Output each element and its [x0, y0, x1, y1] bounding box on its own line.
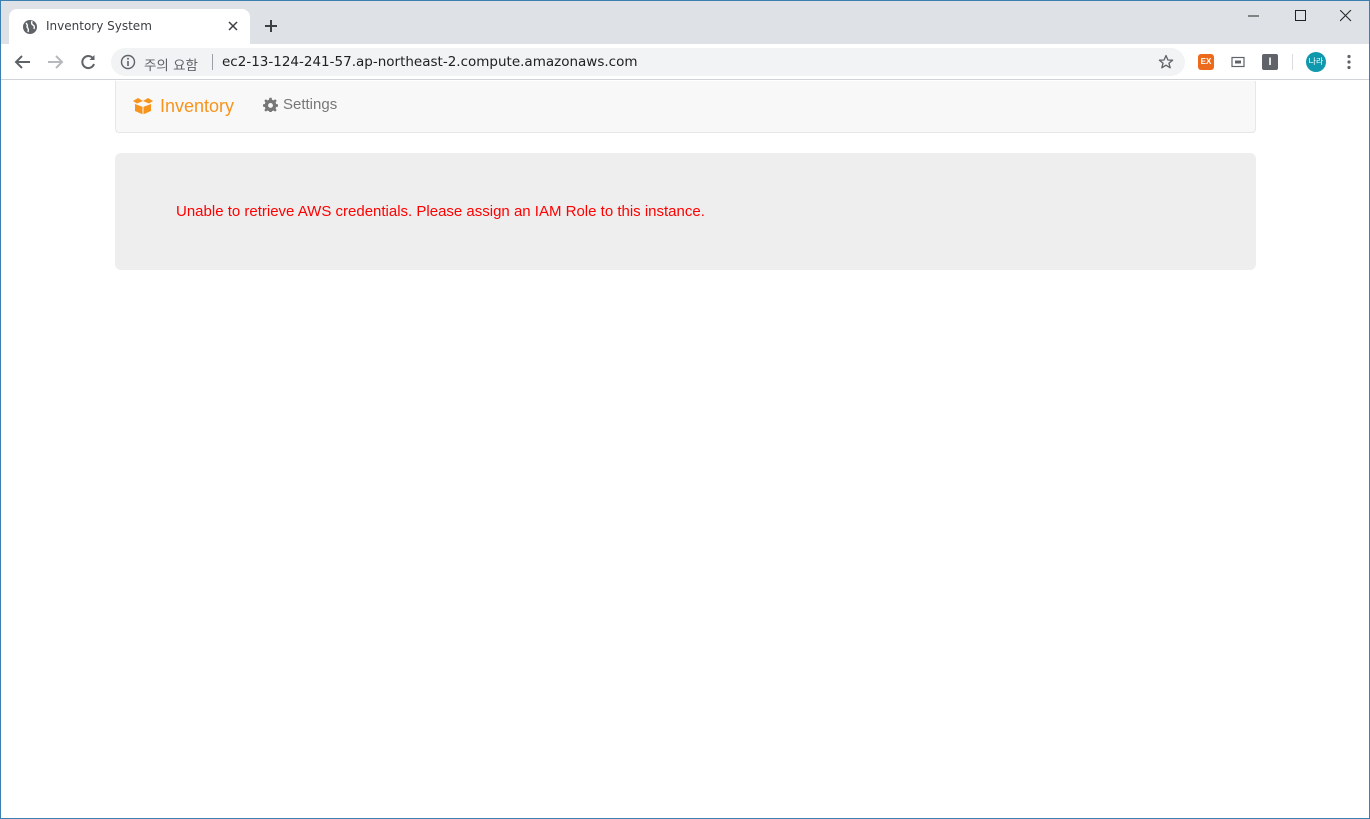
cast-extension-icon[interactable]	[1230, 54, 1246, 70]
alert-panel: Unable to retrieve AWS credentials. Plea…	[115, 153, 1256, 270]
window-close-button[interactable]	[1323, 1, 1369, 31]
close-icon[interactable]	[225, 18, 241, 34]
reload-icon[interactable]	[78, 52, 98, 72]
browser-tab[interactable]: Inventory System	[9, 9, 250, 44]
forward-arrow-icon[interactable]	[45, 52, 65, 72]
browser-window: Inventory System 주의 요함 ec2-13-124-241-57…	[0, 0, 1370, 819]
maximize-icon	[1295, 10, 1306, 21]
window-close-icon	[1340, 10, 1352, 22]
page-viewport: Inventory Settings Unable to retrieve AW…	[1, 81, 1369, 818]
gear-icon	[263, 97, 278, 112]
plus-icon[interactable]	[261, 16, 281, 36]
minimize-button[interactable]	[1231, 1, 1277, 31]
settings-link[interactable]: Settings	[263, 96, 337, 113]
toolbar-separator	[1292, 54, 1293, 70]
tab-title: Inventory System	[46, 19, 152, 33]
brand-link[interactable]: Inventory	[132, 94, 234, 118]
cube-icon	[133, 98, 153, 115]
back-arrow-icon[interactable]	[13, 52, 33, 72]
info-icon[interactable]	[120, 54, 136, 70]
navbar: Inventory Settings	[115, 81, 1256, 133]
kebab-menu-icon[interactable]	[1339, 52, 1359, 72]
minimize-icon	[1248, 15, 1259, 17]
maximize-button[interactable]	[1278, 1, 1324, 31]
settings-label: Settings	[283, 96, 338, 113]
tab-strip: Inventory System	[1, 1, 1369, 44]
i-extension-icon[interactable]: I	[1262, 54, 1278, 70]
address-bar[interactable]: 주의 요함 ec2-13-124-241-57.ap-northeast-2.c…	[111, 48, 1185, 76]
browser-toolbar: 주의 요함 ec2-13-124-241-57.ap-northeast-2.c…	[1, 44, 1369, 80]
globe-icon	[23, 20, 37, 34]
url-text[interactable]: ec2-13-124-241-57.ap-northeast-2.compute…	[222, 54, 638, 70]
omnibox-separator	[212, 54, 213, 70]
security-label: 주의 요함	[144, 58, 198, 74]
error-message: Unable to retrieve AWS credentials. Plea…	[176, 203, 705, 220]
brand-label: Inventory	[160, 95, 235, 116]
star-icon[interactable]	[1158, 54, 1174, 70]
avatar[interactable]: 나라	[1306, 52, 1326, 72]
ex-extension-icon[interactable]: EX	[1198, 54, 1214, 70]
